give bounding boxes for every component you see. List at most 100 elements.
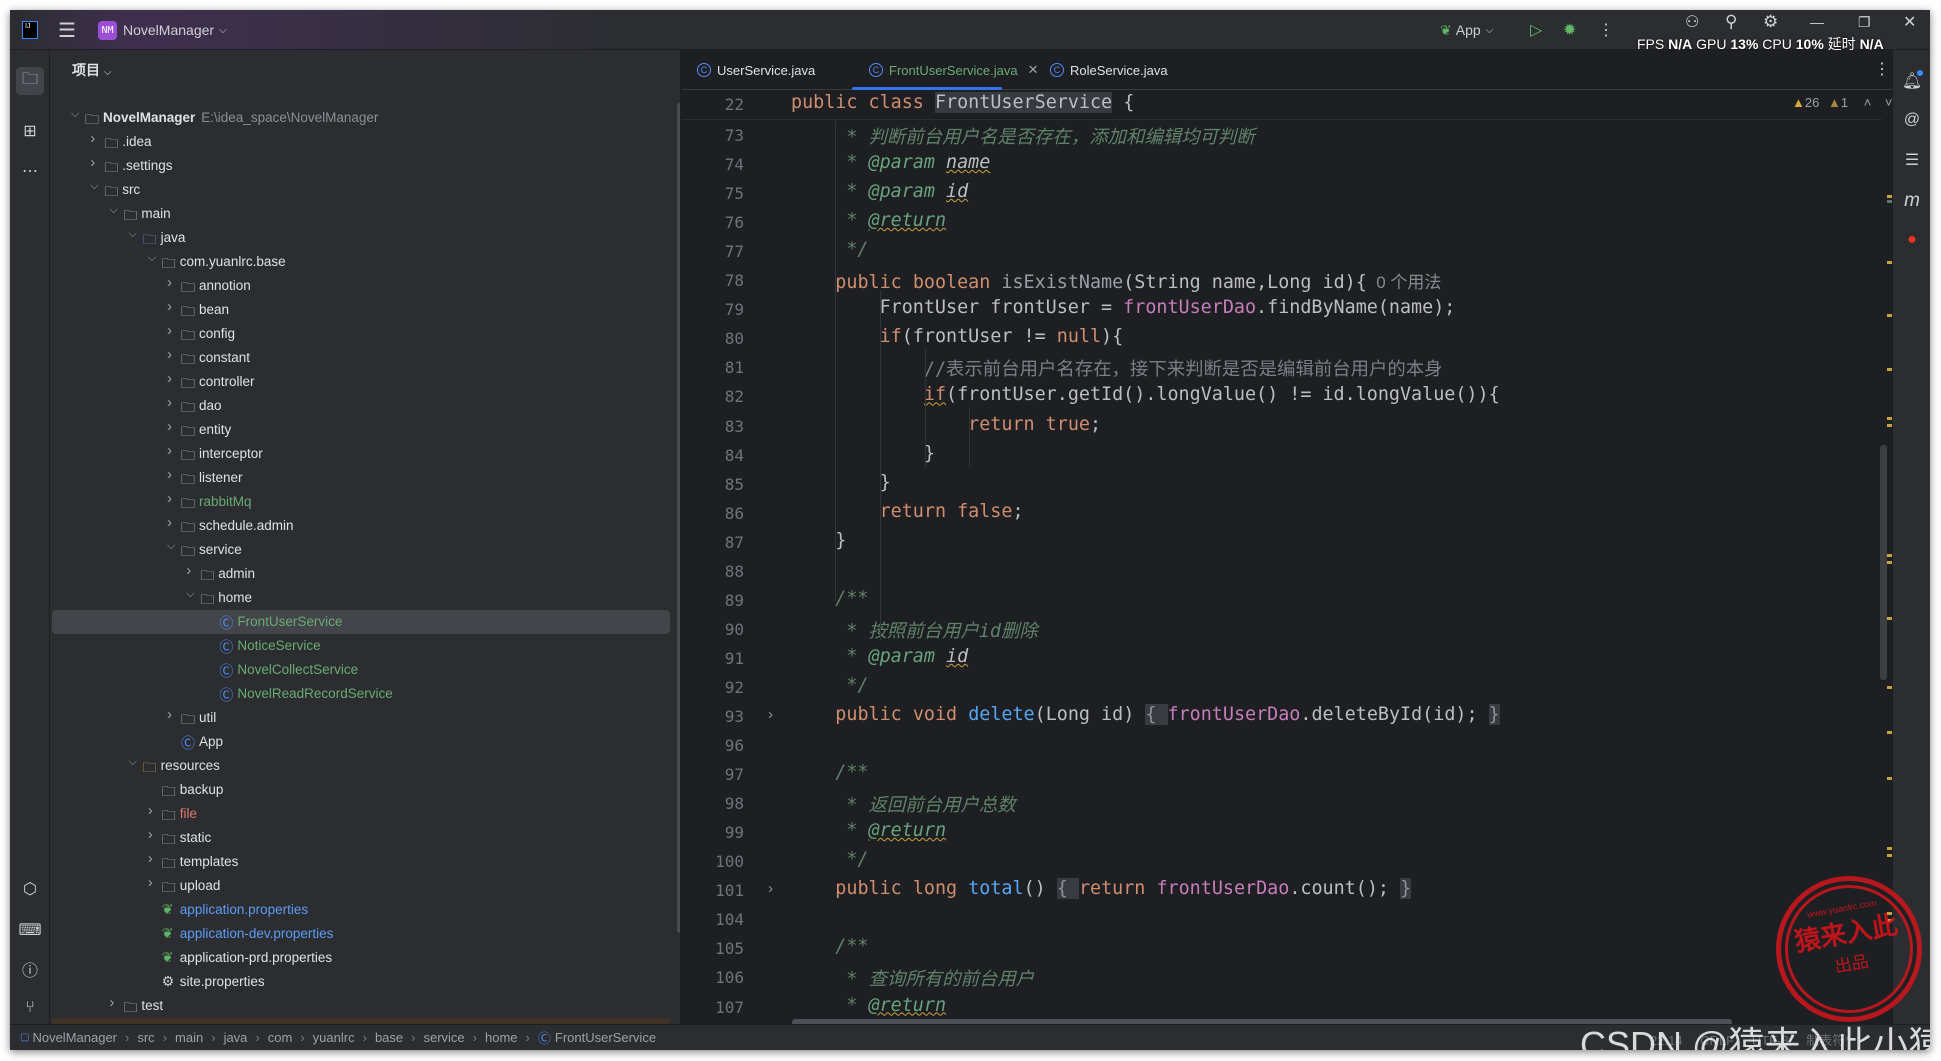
tree-item[interactable]: ⌵ 🗀 service bbox=[52, 538, 670, 562]
code-line[interactable]: * @param id bbox=[791, 181, 968, 202]
run-icon[interactable]: ▷ bbox=[1530, 10, 1542, 50]
code-line[interactable]: /** bbox=[791, 762, 868, 783]
breadcrumb-item[interactable]: home bbox=[485, 1030, 518, 1045]
tree-item[interactable]: Ⓒ FrontUserService bbox=[52, 610, 670, 634]
tree-item[interactable]: › 🗀 .idea bbox=[52, 130, 670, 154]
tree-item[interactable]: › 🗀 templates bbox=[52, 850, 670, 874]
breadcrumb-item[interactable]: service bbox=[423, 1030, 464, 1045]
chevron-right-icon[interactable]: › bbox=[167, 466, 179, 483]
tree-item[interactable]: › 🗀 .settings bbox=[52, 154, 670, 178]
chevron-right-icon[interactable]: › bbox=[167, 490, 179, 507]
chevron-right-icon[interactable]: › bbox=[167, 706, 179, 723]
inspection-widget[interactable]: ▲26 ▲1 ˄ ˅ bbox=[1792, 95, 1893, 110]
chevron-right-icon[interactable]: › bbox=[148, 802, 160, 819]
breadcrumb-item[interactable]: main bbox=[175, 1030, 203, 1045]
tree-item[interactable]: › 🗀 schedule.admin bbox=[52, 514, 670, 538]
run-config-selector[interactable]: ❦ App ⌵ bbox=[1440, 10, 1493, 50]
code-line[interactable]: } bbox=[791, 472, 891, 493]
chevron-right-icon[interactable]: › bbox=[109, 994, 121, 1011]
main-menu-icon[interactable]: ☰ bbox=[58, 10, 76, 50]
maven-icon[interactable]: m bbox=[1898, 187, 1926, 215]
chevron-right-icon[interactable]: › bbox=[167, 346, 179, 363]
tree-item[interactable]: › 🗀 rabbitMq bbox=[52, 490, 670, 514]
project-selector[interactable]: NM NovelManager ⌵ bbox=[98, 10, 227, 50]
debug-icon[interactable]: ✹ bbox=[1563, 10, 1576, 50]
chevron-down-icon[interactable]: ⌵ bbox=[148, 252, 160, 265]
breadcrumb-item[interactable]: yuanlrc bbox=[313, 1030, 355, 1045]
chevron-down-icon[interactable]: ⌵ bbox=[129, 228, 141, 241]
tree-item[interactable]: ⌵ 🗀 main bbox=[52, 202, 670, 226]
tree-item[interactable]: ⌵ 🗀 home bbox=[52, 586, 670, 610]
breadcrumb-item[interactable]: com bbox=[268, 1030, 293, 1045]
chevron-right-icon[interactable]: › bbox=[167, 370, 179, 387]
code-line[interactable]: * 返回前台用户总数 bbox=[791, 791, 1015, 817]
app-logo-icon[interactable]: IJ bbox=[22, 10, 38, 50]
tree-item[interactable]: › 🗀 bean bbox=[52, 298, 670, 322]
tree-item[interactable]: ⌵ 🗀 src bbox=[52, 178, 670, 202]
close-icon[interactable]: ✕ bbox=[1903, 10, 1916, 42]
tab-options-icon[interactable]: ⋮ bbox=[1874, 59, 1890, 79]
tab-roleservice[interactable]: C RoleService.java bbox=[1050, 50, 1168, 90]
tree-item[interactable]: › 🗀 entity bbox=[52, 418, 670, 442]
structure-icon[interactable]: ⊞ bbox=[16, 117, 44, 145]
chevron-right-icon[interactable]: › bbox=[167, 418, 179, 435]
notifications-icon[interactable]: 🔔︎ bbox=[1898, 67, 1926, 95]
tree-item[interactable]: › 🗀 annotion bbox=[52, 274, 670, 298]
project-scrollbar[interactable] bbox=[677, 103, 680, 933]
code-line[interactable]: return true; bbox=[791, 414, 1101, 435]
tree-item[interactable]: ⌵ 🗀 java bbox=[52, 226, 670, 250]
code-line[interactable]: * 判断前台用户名是否存在，添加和编辑均可判断 bbox=[791, 123, 1254, 149]
chevron-right-icon[interactable]: › bbox=[148, 874, 160, 891]
problems-icon[interactable]: ⓘ bbox=[16, 955, 44, 983]
code-line[interactable]: * 按照前台用户id删除 bbox=[791, 617, 1037, 643]
chevron-right-icon[interactable]: › bbox=[148, 850, 160, 867]
code-line[interactable]: */ bbox=[791, 675, 868, 696]
services-icon[interactable]: ⬡ bbox=[16, 875, 44, 903]
code-line[interactable]: FrontUser frontUser = frontUserDao.findB… bbox=[791, 297, 1456, 318]
tree-item[interactable]: › 🗀 upload bbox=[52, 874, 670, 898]
tree-item[interactable]: ⌵ 🗀 com.yuanlrc.base bbox=[52, 250, 670, 274]
prev-highlight-icon[interactable]: ˄ bbox=[1864, 95, 1872, 110]
tree-item[interactable]: › 🗀 listener bbox=[52, 466, 670, 490]
chevron-right-icon[interactable]: › bbox=[90, 154, 102, 171]
code-line[interactable]: public void delete(Long id) { frontUserD… bbox=[791, 704, 1500, 725]
tree-item[interactable]: › 🗀 util bbox=[52, 706, 670, 730]
chevron-right-icon[interactable]: › bbox=[167, 442, 179, 459]
chevron-down-icon[interactable]: ⌵ bbox=[129, 756, 141, 769]
code-line[interactable]: */ bbox=[791, 849, 868, 870]
project-panel-header[interactable]: 项目 ⌵ bbox=[72, 60, 111, 80]
code-line[interactable]: * @param name bbox=[791, 152, 990, 173]
code-line[interactable]: if(frontUser != null){ bbox=[791, 326, 1124, 347]
fold-expand-icon[interactable]: › bbox=[768, 880, 773, 897]
chevron-down-icon[interactable]: ⌵ bbox=[186, 588, 198, 601]
code-line[interactable]: //表示前台用户名存在，接下来判断是否是编辑前台用户的本身 bbox=[791, 355, 1443, 381]
fold-expand-icon[interactable]: › bbox=[768, 706, 773, 723]
editor-vertical-scrollbar[interactable] bbox=[1880, 445, 1887, 680]
code-line[interactable]: * @return bbox=[791, 995, 946, 1016]
chevron-right-icon[interactable]: › bbox=[186, 562, 198, 579]
chevron-down-icon[interactable]: ⌵ bbox=[90, 180, 102, 193]
tree-item[interactable]: › 🗀 controller bbox=[52, 370, 670, 394]
chevron-right-icon[interactable]: › bbox=[167, 274, 179, 291]
breadcrumb-item[interactable]: FrontUserService bbox=[555, 1030, 656, 1045]
code-line[interactable]: } bbox=[791, 530, 846, 551]
ai-assistant-icon[interactable]: @ bbox=[1898, 106, 1926, 134]
chevron-right-icon[interactable]: › bbox=[148, 826, 160, 843]
sticky-line[interactable]: 22 public class FrontUserService { bbox=[682, 90, 1882, 120]
more-icon[interactable]: ⋮ bbox=[1598, 10, 1614, 50]
code-line[interactable]: * @return bbox=[791, 210, 946, 231]
chevron-right-icon[interactable]: › bbox=[167, 514, 179, 531]
tree-item[interactable]: › 🗀 static bbox=[52, 826, 670, 850]
chevron-right-icon[interactable]: › bbox=[167, 298, 179, 315]
chevron-down-icon[interactable]: ⌵ bbox=[71, 108, 83, 121]
tree-item[interactable]: › 🗀 dao bbox=[52, 394, 670, 418]
tree-item[interactable]: › 🗀 test bbox=[52, 994, 670, 1018]
code-line[interactable]: } bbox=[791, 443, 935, 464]
tab-frontuserservice[interactable]: C FrontUserService.java ✕ bbox=[869, 50, 1039, 90]
tree-item[interactable]: ⌵ 🗀 resources bbox=[52, 754, 670, 778]
tree-item[interactable]: ❦ application-dev.properties bbox=[52, 922, 670, 946]
tree-item[interactable]: ❦ application-prd.properties bbox=[52, 946, 670, 970]
more-tools-icon[interactable]: ⋯ bbox=[16, 157, 44, 185]
project-folder-icon[interactable]: 🗀 bbox=[16, 67, 44, 95]
code-line[interactable]: * @param id bbox=[791, 646, 968, 667]
